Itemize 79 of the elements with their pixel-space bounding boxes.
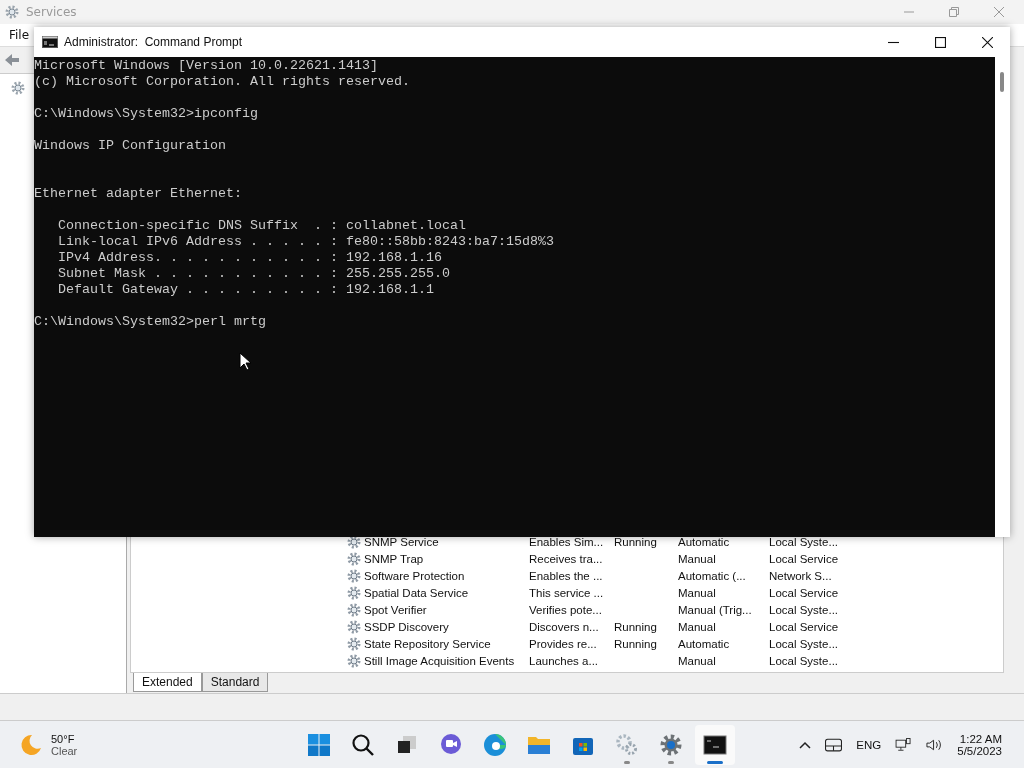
log-on-as: Local Syste...: [769, 654, 839, 667]
log-on-as: Local Service: [769, 552, 839, 565]
console-output: Microsoft Windows [Version 10.0.22621.1413] (c) Microsoft Corporation. All rights reserved.: [34, 58, 410, 90]
scroll-bar[interactable]: [995, 57, 1010, 537]
service-name[interactable]: Spot Verifier: [364, 603, 427, 616]
restore-icon[interactable]: [949, 7, 959, 17]
log-on-as: Local Service: [769, 620, 839, 633]
startup-type: Automatic: [678, 637, 730, 650]
service-description: Launches a...: [529, 654, 599, 667]
startup-type: Manual (Trig...: [678, 603, 752, 616]
clock-time[interactable]: 1:22 AM: [959, 733, 1002, 745]
log-on-as: Local Service: [769, 586, 839, 599]
startup-type: Automatic (...: [678, 569, 746, 582]
search-icon[interactable]: [351, 733, 375, 757]
settings-icon[interactable]: [659, 733, 683, 757]
gear-icon: [10, 80, 26, 96]
temperature: 50°F: [51, 733, 76, 745]
gear-icon: [346, 567, 362, 584]
log-on-as: Local Syste...: [769, 603, 839, 616]
back-arrow-icon[interactable]: [4, 53, 20, 67]
service-description: This service ...: [529, 586, 604, 599]
service-name[interactable]: SSDP Discovery: [364, 620, 449, 633]
gear-icon: [4, 4, 20, 20]
startup-type: Automatic: [678, 535, 730, 548]
window-title: Administrator: Command Prompt: [64, 35, 243, 49]
console-output: C:\Windows\System32>perl mrtg: [34, 314, 266, 330]
service-status: Running: [614, 620, 657, 633]
view-tab[interactable]: Standard: [201, 673, 269, 692]
window-title: Services: [26, 5, 77, 19]
gear-icon: [346, 635, 362, 652]
service-description: Verifies pote...: [529, 603, 602, 616]
network-icon[interactable]: [895, 738, 913, 752]
speaker-icon[interactable]: [926, 738, 944, 752]
menu-item[interactable]: File: [9, 28, 30, 42]
log-on-as: Local Syste...: [769, 535, 839, 548]
console-icon: [42, 36, 58, 48]
gear-icon: [346, 584, 362, 601]
service-name[interactable]: State Repository Service: [364, 637, 491, 650]
video-chat-icon[interactable]: [439, 733, 463, 757]
log-on-as: Network S...: [769, 569, 832, 582]
language-indicator[interactable]: ENG: [856, 739, 882, 751]
windows-logo-icon[interactable]: [307, 733, 331, 757]
terminal-taskbar-button[interactable]: [695, 725, 735, 765]
service-description: Enables the ...: [529, 569, 603, 582]
gear-icon: [346, 652, 362, 669]
console-icon[interactable]: [703, 733, 727, 757]
maximize-icon[interactable]: [935, 36, 946, 48]
console-output: Ethernet adapter Ethernet:: [34, 185, 242, 202]
service-name[interactable]: Still Image Acquisition Events: [364, 654, 515, 667]
console-output: Windows IP Configuration: [34, 138, 226, 154]
view-tab[interactable]: Extended: [133, 673, 202, 692]
service-description: Discovers n...: [529, 620, 599, 633]
log-on-as: Local Syste...: [769, 637, 839, 650]
startup-type: Manual: [678, 620, 716, 633]
touchpad-icon[interactable]: [825, 738, 843, 752]
clock-date[interactable]: 5/5/2023: [957, 745, 1002, 757]
service-status: Running: [614, 637, 657, 650]
service-name[interactable]: SNMP Service: [364, 535, 439, 548]
service-name[interactable]: Software Protection: [364, 569, 465, 582]
chevron-up-icon[interactable]: [799, 741, 812, 749]
service-name[interactable]: SNMP Trap: [364, 552, 424, 565]
browser-icon[interactable]: [483, 733, 507, 757]
mouse-pointer-icon: [239, 352, 251, 371]
service-description: Receives tra...: [529, 552, 603, 565]
startup-type: Manual: [678, 552, 716, 565]
service-status: Running: [614, 535, 657, 548]
service-name[interactable]: Spatial Data Service: [364, 586, 469, 599]
service-description: Provides re...: [529, 637, 597, 650]
gear-icon: [346, 550, 362, 567]
gear-icon: [346, 618, 362, 635]
console-output: C:\Windows\System32>ipconfig: [34, 106, 258, 122]
service-description: Enables Sim...: [529, 535, 604, 548]
startup-type: Manual: [678, 654, 716, 667]
moon-icon: [19, 733, 43, 757]
startup-type: Manual: [678, 586, 716, 599]
close-icon[interactable]: [982, 36, 993, 48]
gear-icon: [346, 601, 362, 618]
console-output: Connection-specific DNS Suffix . : collabnet.local Link-local IPv6 Address . . . . . : fe80::58bb:8243:ba7:15d8%3 IPv4 Address. . . . . . . . . . . : 192.168.1.16 Subnet Mask . . . . . . . . . . . : 255.255.255.0 Default Gateway . . . . . . . . . : 192.168.1.1: [57, 218, 554, 298]
weather-condition: Clear: [51, 745, 78, 757]
